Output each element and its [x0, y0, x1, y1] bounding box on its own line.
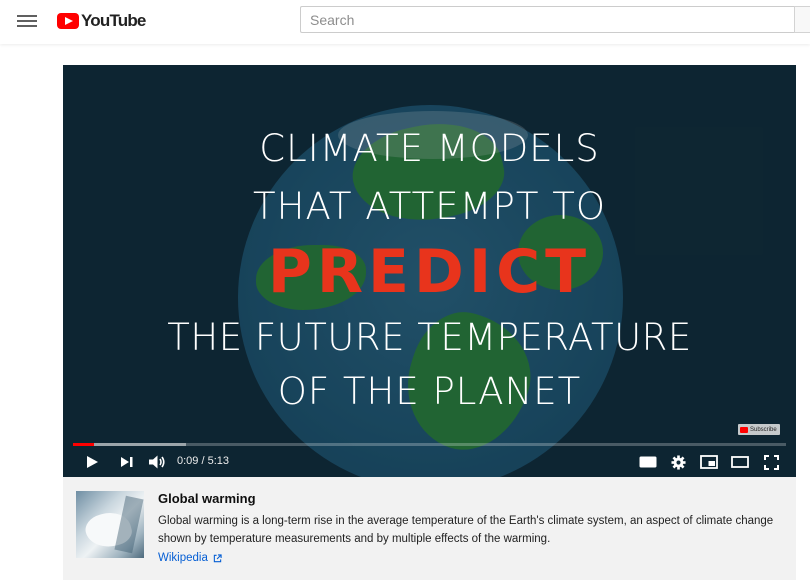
youtube-mini-icon	[740, 426, 748, 433]
video-player[interactable]: CLIMATE MODELS THAT ATTEMPT TO PREDICT T…	[63, 65, 796, 477]
info-description: Global warming is a long-term rise in th…	[158, 515, 774, 545]
settings-icon	[670, 454, 686, 470]
logo-text: YouTube	[81, 11, 146, 30]
play-button[interactable]	[81, 451, 103, 473]
miniplayer-button[interactable]	[698, 451, 720, 473]
time-display: 0:09 / 5:13	[177, 455, 229, 467]
watermark-label: Subscribe	[750, 426, 777, 433]
youtube-logo[interactable]: YouTube	[57, 10, 146, 32]
info-thumbnail	[76, 491, 144, 558]
theater-mode-icon	[731, 456, 749, 468]
youtube-logo-icon	[57, 13, 79, 29]
miniplayer-icon	[700, 455, 718, 469]
next-button[interactable]	[116, 451, 138, 473]
theater-mode-button[interactable]	[729, 451, 751, 473]
external-link-icon	[213, 553, 222, 562]
fullscreen-icon	[763, 454, 779, 470]
play-icon	[87, 456, 98, 468]
info-title: Global warming	[158, 491, 256, 506]
subscribe-watermark[interactable]: Subscribe	[738, 424, 780, 435]
volume-button[interactable]	[146, 451, 168, 473]
search-button[interactable]	[794, 6, 810, 33]
overlay-line-2: THAT ATTEMPT TO	[253, 185, 606, 228]
menu-icon[interactable]	[17, 12, 37, 30]
captions-button[interactable]	[637, 451, 659, 473]
settings-button[interactable]	[667, 451, 689, 473]
info-panel: Global warming Global warming is a long-…	[63, 477, 796, 580]
progress-bar[interactable]	[73, 443, 786, 446]
wikipedia-link[interactable]: Wikipedia	[158, 552, 222, 564]
captions-icon	[639, 456, 657, 468]
fullscreen-button[interactable]	[760, 451, 782, 473]
overlay-line-4: THE FUTURE TEMPERATURE	[167, 316, 692, 359]
player-controls: 0:09 / 5:13	[63, 449, 796, 477]
volume-icon	[149, 455, 165, 469]
overlay-line-predict: PREDICT	[267, 237, 592, 307]
overlay-line-5: OF THE PLANET	[277, 370, 582, 413]
overlay-line-1: CLIMATE MODELS	[259, 127, 600, 170]
progress-played	[73, 443, 94, 446]
next-icon	[121, 457, 133, 467]
masthead: YouTube	[0, 0, 810, 44]
search-input[interactable]	[300, 6, 795, 33]
wikipedia-link-label: Wikipedia	[158, 552, 208, 564]
